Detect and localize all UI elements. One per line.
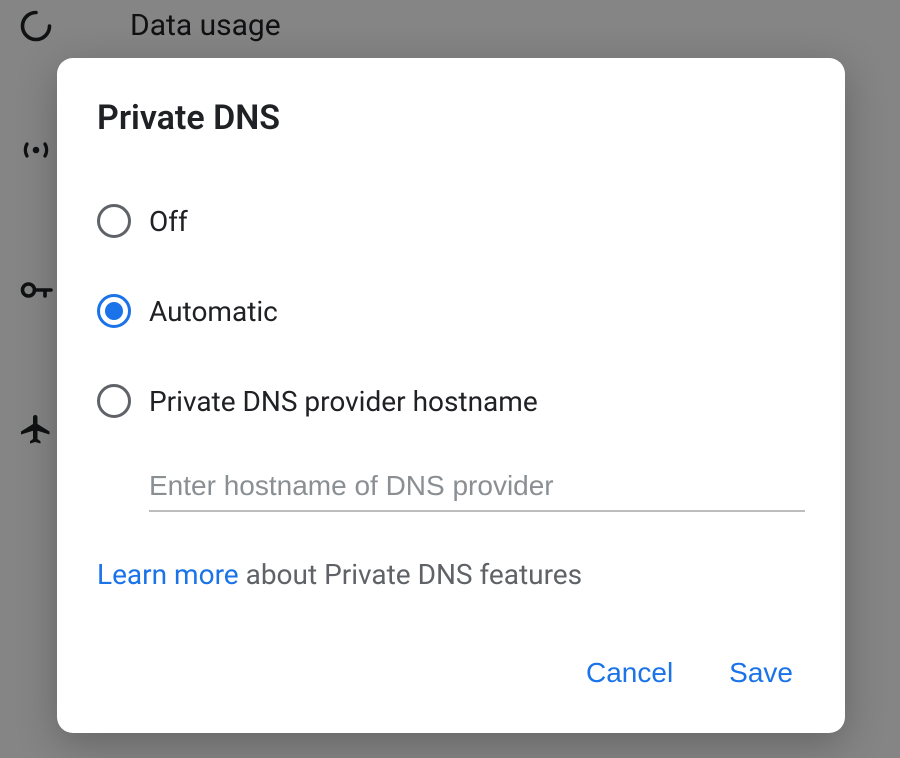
radio-label: Automatic [149, 295, 278, 328]
radio-label: Private DNS provider hostname [149, 385, 538, 418]
radio-option-automatic[interactable]: Automatic [97, 266, 805, 356]
dns-mode-radio-group: Off Automatic Private DNS provider hostn… [97, 176, 805, 446]
dns-hostname-input[interactable] [149, 464, 805, 512]
cancel-button[interactable]: Cancel [582, 649, 677, 697]
radio-option-hostname[interactable]: Private DNS provider hostname [97, 356, 805, 446]
learn-more-link[interactable]: Learn more [97, 558, 239, 591]
learn-more-row: Learn more about Private DNS features [97, 558, 805, 591]
radio-button-icon [97, 384, 131, 418]
save-button[interactable]: Save [725, 649, 797, 697]
radio-label: Off [149, 205, 188, 238]
dialog-actions: Cancel Save [97, 649, 805, 709]
private-dns-dialog: Private DNS Off Automatic Private DNS pr… [57, 58, 845, 733]
radio-option-off[interactable]: Off [97, 176, 805, 266]
radio-button-icon [97, 204, 131, 238]
learn-more-text: about Private DNS features [239, 558, 582, 591]
dialog-title: Private DNS [97, 98, 805, 138]
radio-button-icon [97, 294, 131, 328]
